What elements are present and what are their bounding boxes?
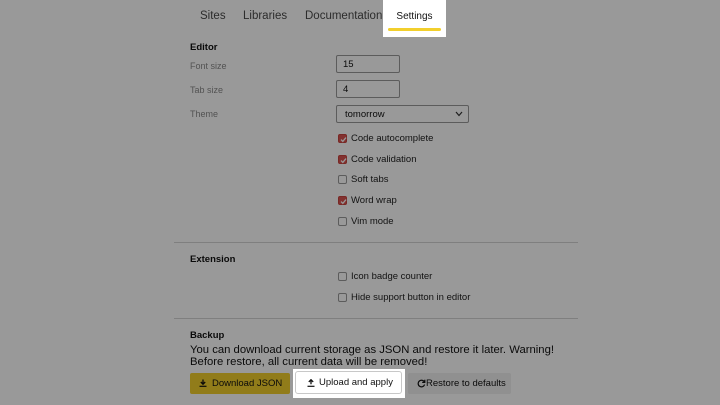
upload-icon bbox=[307, 379, 315, 387]
tab-libraries[interactable]: Libraries bbox=[243, 10, 287, 22]
editor-section-title: Editor bbox=[190, 42, 218, 53]
download-json-button[interactable]: Download JSON bbox=[190, 373, 290, 394]
backup-section-title: Backup bbox=[190, 330, 225, 341]
active-tab-underline bbox=[388, 28, 441, 31]
checkbox-soft-tabs[interactable] bbox=[338, 175, 347, 184]
download-json-label: Download JSON bbox=[212, 378, 283, 389]
upload-highlight: Upload and apply bbox=[293, 369, 405, 398]
theme-select-value: tomorrow bbox=[345, 109, 385, 120]
label-icon-badge-counter: Icon badge counter bbox=[351, 271, 433, 282]
upload-and-apply-button[interactable]: Upload and apply bbox=[295, 371, 402, 394]
theme-select[interactable]: tomorrow bbox=[336, 105, 469, 123]
upload-and-apply-label: Upload and apply bbox=[319, 377, 393, 388]
section-divider bbox=[174, 242, 578, 243]
checkbox-icon-badge-counter[interactable] bbox=[338, 272, 347, 281]
tab-settings[interactable]: Settings bbox=[383, 0, 446, 37]
refresh-icon bbox=[417, 379, 426, 388]
tab-size-input[interactable] bbox=[336, 80, 400, 98]
tab-sites[interactable]: Sites bbox=[200, 10, 226, 22]
label-hide-support-button: Hide support button in editor bbox=[351, 292, 471, 303]
check-icon bbox=[340, 199, 347, 205]
chevron-down-icon bbox=[455, 111, 463, 117]
extension-section-title: Extension bbox=[190, 254, 236, 265]
checkbox-code-validation[interactable] bbox=[338, 155, 347, 164]
settings-panel: Sites Libraries Documentation Editor Fon… bbox=[174, 0, 578, 405]
restore-defaults-button[interactable]: Restore to defaults bbox=[408, 373, 511, 394]
backup-description: You can download current storage as JSON… bbox=[190, 344, 554, 368]
tab-settings-label: Settings bbox=[396, 11, 433, 22]
font-size-label: Font size bbox=[190, 61, 227, 71]
tab-size-label: Tab size bbox=[190, 85, 224, 95]
label-vim-mode: Vim mode bbox=[351, 216, 394, 227]
label-word-wrap: Word wrap bbox=[351, 195, 397, 206]
checkbox-vim-mode[interactable] bbox=[338, 217, 347, 226]
check-icon bbox=[340, 158, 347, 164]
checkbox-hide-support-button[interactable] bbox=[338, 293, 347, 302]
theme-label: Theme bbox=[190, 109, 219, 119]
label-code-autocomplete: Code autocomplete bbox=[351, 133, 434, 144]
check-icon bbox=[340, 137, 347, 143]
label-soft-tabs: Soft tabs bbox=[351, 174, 389, 185]
checkbox-word-wrap[interactable] bbox=[338, 196, 347, 205]
download-icon bbox=[199, 379, 207, 387]
tab-bar: Sites Libraries Documentation bbox=[174, 0, 578, 33]
label-code-validation: Code validation bbox=[351, 154, 417, 165]
section-divider bbox=[174, 318, 578, 319]
font-size-input[interactable] bbox=[336, 55, 400, 73]
restore-defaults-label: Restore to defaults bbox=[426, 378, 506, 389]
checkbox-code-autocomplete[interactable] bbox=[338, 134, 347, 143]
tab-documentation[interactable]: Documentation bbox=[305, 10, 382, 22]
